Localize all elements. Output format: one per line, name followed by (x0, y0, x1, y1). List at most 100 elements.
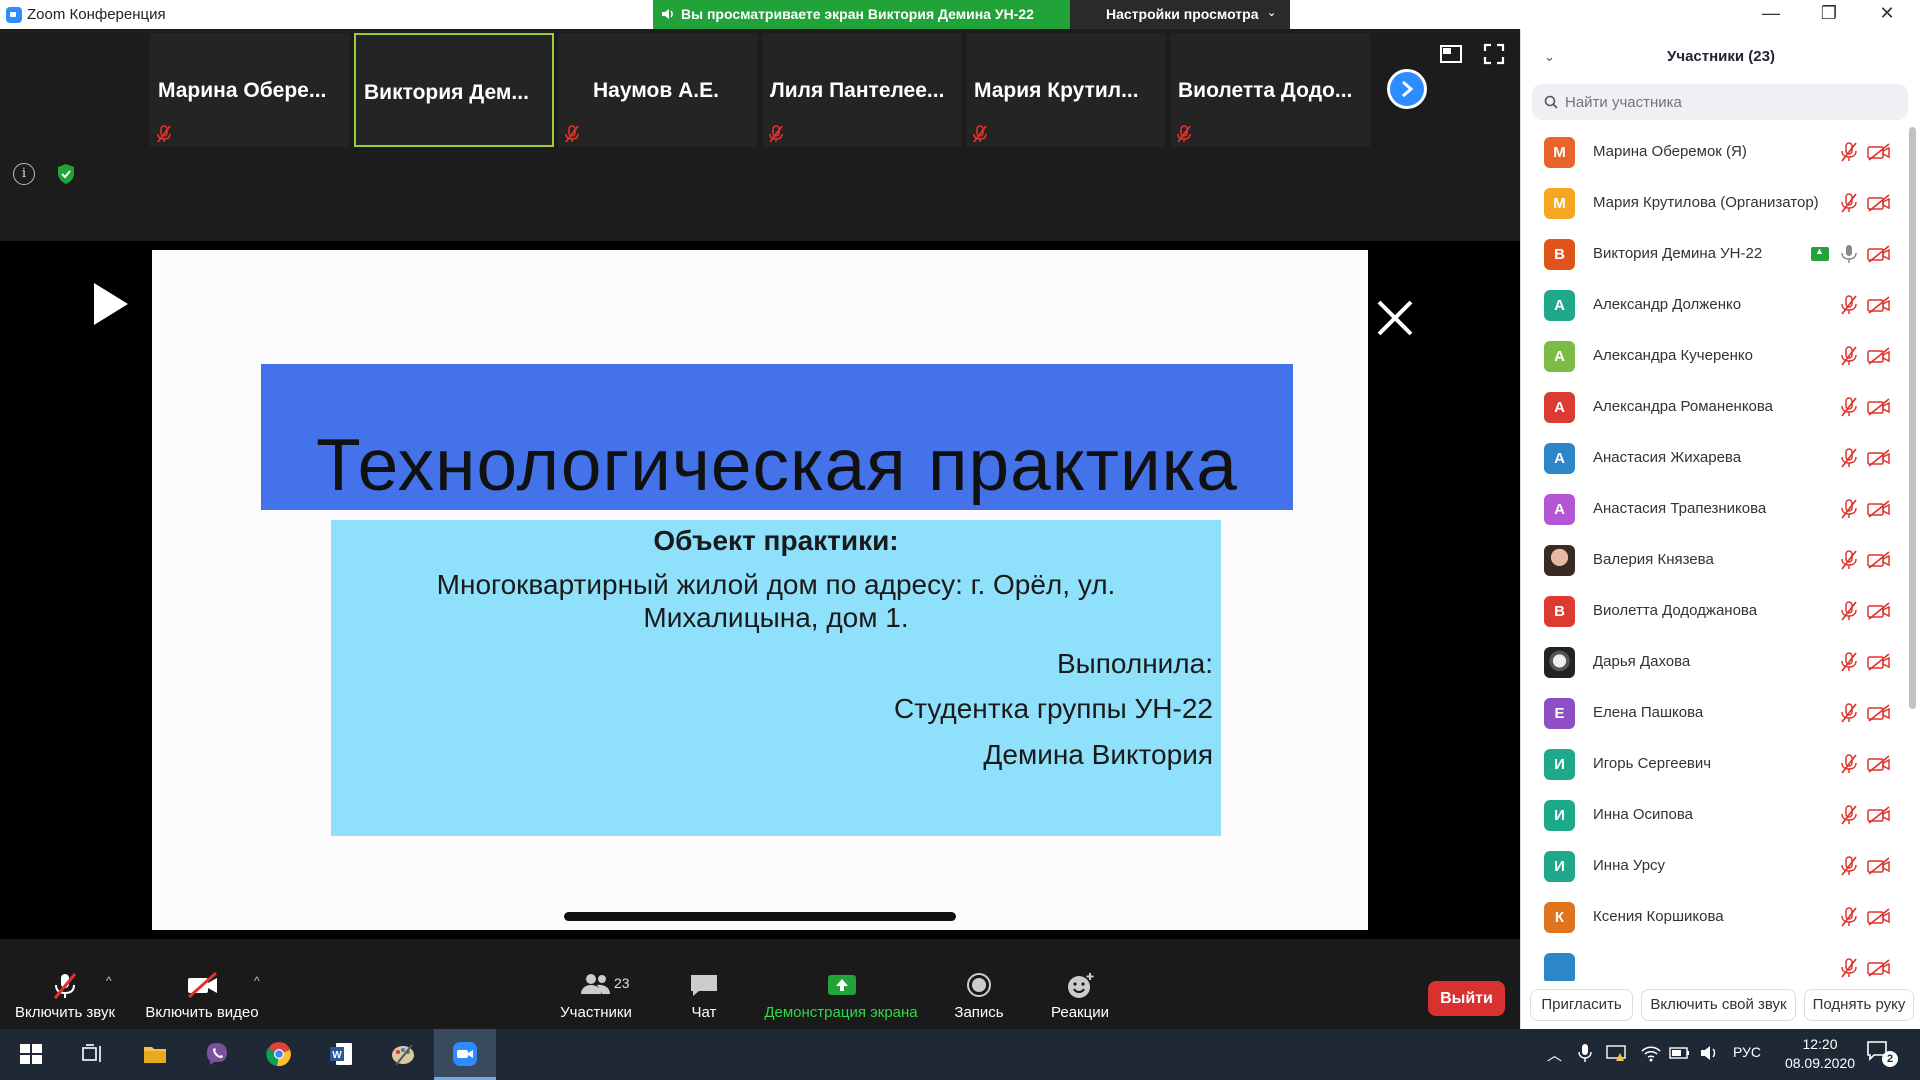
video-off-icon[interactable] (1867, 143, 1891, 161)
leave-meeting-button[interactable]: Выйти (1428, 981, 1505, 1016)
viber-button[interactable] (186, 1029, 248, 1080)
participant-row[interactable]: М Марина Оберемок (Я) (1521, 127, 1906, 178)
participant-row[interactable]: Е Елена Пашкова (1521, 688, 1906, 739)
unmute-self-button[interactable]: Включить свой звук (1641, 989, 1796, 1021)
participant-row[interactable]: Дарья Дахова (1521, 637, 1906, 688)
encryption-shield-icon[interactable] (54, 162, 78, 186)
video-thumbnail-active-speaker[interactable]: Виктория Дем... (354, 33, 554, 147)
participant-row[interactable]: М Мария Крутилова (Организатор) (1521, 178, 1906, 229)
close-icon[interactable] (1375, 298, 1415, 338)
microphone-in-use-icon[interactable] (1578, 1043, 1592, 1063)
list-scrollbar[interactable] (1909, 127, 1916, 709)
muted-mic-icon[interactable] (1839, 652, 1859, 672)
video-thumbnail[interactable]: Наумов А.Е. (558, 33, 758, 147)
muted-mic-icon[interactable] (1839, 499, 1859, 519)
slide-scrollbar[interactable] (564, 912, 956, 921)
unmute-button[interactable]: ^ Включить звук (0, 939, 130, 1029)
video-thumbnail[interactable]: Марина Обере... (150, 33, 350, 147)
muted-mic-icon[interactable] (1839, 397, 1859, 417)
muted-mic-icon[interactable] (1839, 856, 1859, 876)
reactions-button[interactable]: Реакции (1040, 939, 1120, 1029)
raise-hand-button[interactable]: Поднять руку (1804, 989, 1914, 1021)
participant-row[interactable]: И Инна Осипова (1521, 790, 1906, 841)
file-explorer-button[interactable] (124, 1029, 186, 1080)
video-off-icon[interactable] (1867, 398, 1891, 416)
search-input[interactable] (1565, 89, 1895, 115)
video-off-icon[interactable] (1867, 653, 1891, 671)
participant-row[interactable]: И Инна Урсу (1521, 841, 1906, 892)
muted-mic-icon[interactable] (1839, 142, 1859, 162)
video-options-caret[interactable]: ^ (254, 974, 260, 988)
muted-mic-icon[interactable] (1839, 958, 1859, 978)
video-off-icon[interactable] (1867, 245, 1891, 263)
participants-button[interactable]: 23 Участники (552, 939, 640, 1029)
video-off-icon[interactable] (1867, 296, 1891, 314)
system-clock[interactable]: 12:20 08.09.2020 (1780, 1035, 1860, 1073)
info-icon[interactable]: i (13, 163, 35, 185)
paint-button[interactable] (372, 1029, 434, 1080)
video-off-icon[interactable] (1867, 194, 1891, 212)
video-off-icon[interactable] (1867, 500, 1891, 518)
video-off-icon[interactable] (1867, 959, 1891, 977)
play-icon[interactable] (92, 281, 130, 327)
video-thumbnail[interactable]: Мария Крутил... (966, 33, 1166, 147)
next-page-button[interactable] (1387, 69, 1427, 109)
video-off-icon[interactable] (1867, 602, 1891, 620)
fullscreen-icon[interactable] (1483, 43, 1505, 65)
network-warning-icon[interactable] (1606, 1043, 1628, 1063)
video-off-icon[interactable] (1867, 704, 1891, 722)
video-off-icon[interactable] (1867, 551, 1891, 569)
record-button[interactable]: Запись (944, 939, 1014, 1029)
muted-mic-icon[interactable] (1839, 193, 1859, 213)
participant-row[interactable]: Валерия Князева (1521, 535, 1906, 586)
word-button[interactable]: W (310, 1029, 372, 1080)
participant-search[interactable] (1532, 84, 1908, 120)
video-thumbnail[interactable]: Лиля Пантелее... (762, 33, 962, 147)
start-video-button[interactable]: ^ Включить видео (136, 939, 268, 1029)
mic-icon[interactable] (1839, 244, 1859, 264)
participant-row[interactable]: А Александра Кучеренко (1521, 331, 1906, 382)
muted-mic-icon[interactable] (1839, 805, 1859, 825)
video-off-icon[interactable] (1867, 347, 1891, 365)
participant-row[interactable]: В Виктория Демина УН-22 (1521, 229, 1906, 280)
tray-overflow-chevron-icon[interactable]: ︿ (1547, 1044, 1562, 1065)
video-off-icon[interactable] (1867, 449, 1891, 467)
chrome-button[interactable] (248, 1029, 310, 1080)
muted-mic-icon[interactable] (1839, 295, 1859, 315)
start-button[interactable] (0, 1029, 62, 1080)
audio-options-caret[interactable]: ^ (106, 974, 112, 988)
task-view-button[interactable] (62, 1029, 124, 1080)
video-off-icon[interactable] (1867, 806, 1891, 824)
close-window-button[interactable]: ✕ (1858, 0, 1916, 29)
restore-button[interactable]: ❐ (1800, 0, 1858, 29)
minimize-button[interactable]: — (1742, 0, 1800, 29)
muted-mic-icon[interactable] (1839, 346, 1859, 366)
invite-button[interactable]: Пригласить (1530, 989, 1633, 1021)
view-options-button[interactable]: Настройки просмотра ⌄ (1070, 0, 1290, 29)
video-off-icon[interactable] (1867, 755, 1891, 773)
video-off-icon[interactable] (1867, 908, 1891, 926)
participant-row[interactable]: В Виолетта Дододжанова (1521, 586, 1906, 637)
muted-mic-icon[interactable] (1839, 907, 1859, 927)
muted-mic-icon[interactable] (1839, 601, 1859, 621)
muted-mic-icon[interactable] (1839, 703, 1859, 723)
participant-row[interactable]: А Анастасия Жихарева (1521, 433, 1906, 484)
muted-mic-icon[interactable] (1839, 754, 1859, 774)
participant-row[interactable]: И Игорь Сергеевич (1521, 739, 1906, 790)
video-thumbnail[interactable]: Виолетта Додо... (1170, 33, 1370, 147)
battery-icon[interactable] (1669, 1044, 1691, 1062)
layout-toggle-icon[interactable] (1440, 45, 1462, 63)
chat-button[interactable]: Чат (672, 939, 736, 1029)
participant-row[interactable]: А Александра Романенкова (1521, 382, 1906, 433)
volume-icon[interactable] (1699, 1043, 1719, 1063)
video-off-icon[interactable] (1867, 857, 1891, 875)
participant-row[interactable]: А Александр Долженко (1521, 280, 1906, 331)
share-screen-button[interactable]: Демонстрация экрана (756, 939, 926, 1029)
zoom-taskbar-button[interactable] (434, 1029, 496, 1080)
muted-mic-icon[interactable] (1839, 448, 1859, 468)
action-center-button[interactable]: 2 (1866, 1040, 1898, 1068)
wifi-icon[interactable] (1640, 1043, 1662, 1063)
muted-mic-icon[interactable] (1839, 550, 1859, 570)
participant-row[interactable]: К Ксения Коршикова (1521, 892, 1906, 943)
participant-row[interactable]: А Анастасия Трапезникова (1521, 484, 1906, 535)
